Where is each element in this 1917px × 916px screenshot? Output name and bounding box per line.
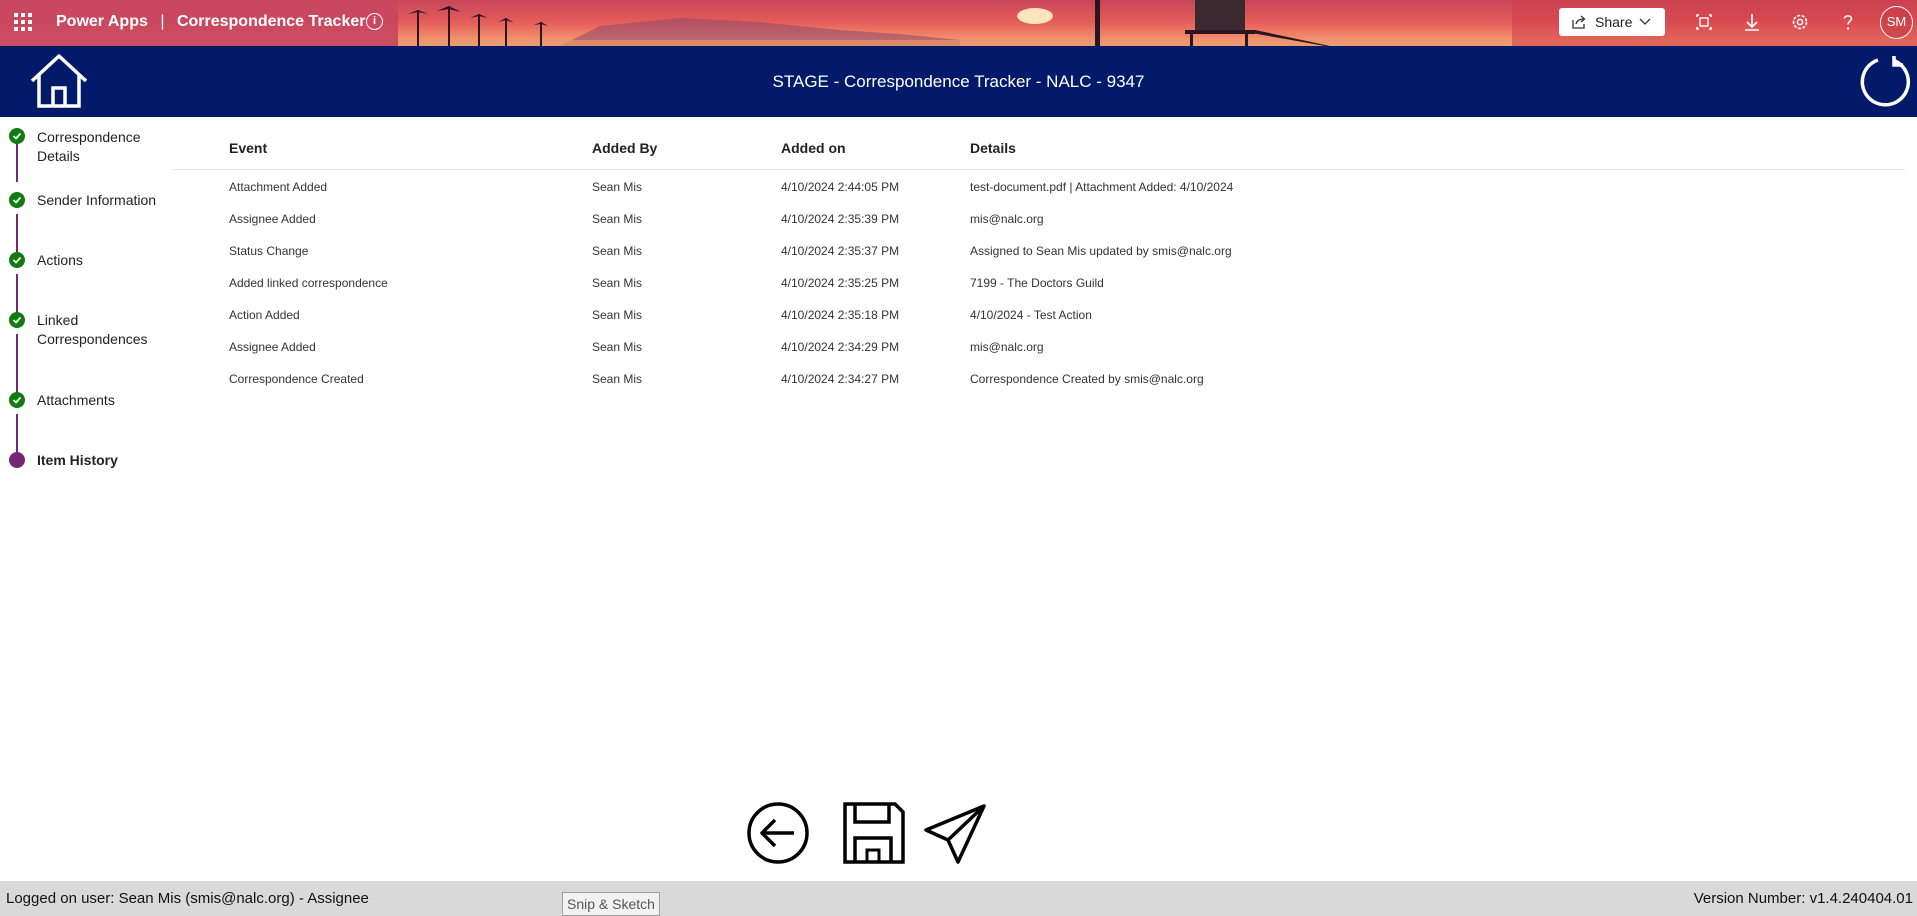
- share-icon: [1572, 15, 1586, 29]
- column-header-added-on: Added on: [781, 140, 846, 156]
- share-button[interactable]: Share: [1559, 8, 1665, 36]
- cell-added-by: Sean Mis: [592, 212, 643, 226]
- version-number: Version Number: v1.4.240404.01: [1693, 890, 1913, 907]
- step-label: Actions: [37, 252, 83, 268]
- app-name: Correspondence Tracker: [176, 13, 366, 30]
- step-complete-icon: [9, 252, 25, 268]
- chevron-down-icon: [1639, 18, 1651, 25]
- step-complete-icon: [9, 128, 25, 144]
- table-row[interactable]: Attachment Added Sean Mis 4/10/2024 2:44…: [172, 170, 1905, 202]
- help-icon[interactable]: [1837, 11, 1859, 33]
- cell-details: mis@nalc.org: [970, 340, 1044, 354]
- step-current-icon: [9, 452, 25, 468]
- step-connector: [16, 334, 18, 396]
- cell-added-by: Sean Mis: [592, 340, 643, 354]
- back-arrow-icon[interactable]: [745, 800, 811, 866]
- cell-added-on: 4/10/2024 2:35:25 PM: [781, 276, 900, 290]
- logged-on-user: Logged on user: Sean Mis (smis@nalc.org)…: [6, 890, 369, 907]
- cell-added-on: 4/10/2024 2:35:37 PM: [781, 244, 900, 258]
- cell-added-on: 4/10/2024 2:35:18 PM: [781, 308, 900, 322]
- step-connector: [16, 274, 18, 314]
- app-header: STAGE - Correspondence Tracker - NALC - …: [0, 46, 1917, 117]
- table-row[interactable]: Status Change Sean Mis 4/10/2024 2:35:37…: [172, 234, 1905, 266]
- column-header-added-by: Added By: [592, 140, 658, 156]
- cell-event: Added linked correspondence: [229, 276, 388, 290]
- table-row[interactable]: Correspondence Created Sean Mis 4/10/202…: [172, 362, 1905, 394]
- cell-event: Action Added: [229, 308, 300, 322]
- step-connector: [16, 214, 18, 256]
- cell-event: Status Change: [229, 244, 309, 258]
- cell-added-on: 4/10/2024 2:34:27 PM: [781, 372, 900, 386]
- table-row[interactable]: Added linked correspondence Sean Mis 4/1…: [172, 266, 1905, 298]
- product-name: Power Apps: [56, 13, 148, 30]
- app-title: Power Apps | Correspondence Tracker: [56, 13, 365, 31]
- cell-details: Assigned to Sean Mis updated by smis@nal…: [970, 244, 1232, 258]
- waffle-icon[interactable]: [14, 13, 32, 31]
- send-icon[interactable]: [922, 800, 988, 866]
- cell-details: 7199 - The Doctors Guild: [970, 276, 1104, 290]
- cell-added-by: Sean Mis: [592, 244, 643, 258]
- table-header: Event Added By Added on Details: [172, 128, 1905, 170]
- step-complete-icon: [9, 192, 25, 208]
- step-connector: [16, 142, 18, 182]
- step-complete-icon: [9, 312, 25, 328]
- cell-added-by: Sean Mis: [592, 372, 643, 386]
- power-apps-top-bar: Power Apps | Correspondence Tracker i Sh…: [0, 0, 1917, 46]
- cell-added-on: 4/10/2024 2:34:29 PM: [781, 340, 900, 354]
- cell-details: mis@nalc.org: [970, 212, 1044, 226]
- cell-details: 4/10/2024 - Test Action: [970, 308, 1092, 322]
- step-label: Sender Information: [37, 192, 157, 208]
- table-row[interactable]: Assignee Added Sean Mis 4/10/2024 2:35:3…: [172, 202, 1905, 234]
- step-label: Correspondence Details: [37, 129, 141, 164]
- fit-to-screen-icon[interactable]: [1693, 11, 1715, 33]
- table-row[interactable]: Action Added Sean Mis 4/10/2024 2:35:18 …: [172, 298, 1905, 330]
- step-label: Linked Correspondences: [37, 312, 148, 347]
- step-label: Attachments: [37, 392, 115, 408]
- cell-added-by: Sean Mis: [592, 180, 643, 194]
- item-history-table: Event Added By Added on Details Attachme…: [172, 128, 1905, 394]
- snip-and-sketch-tooltip: Snip & Sketch: [562, 892, 660, 916]
- page-title: STAGE - Correspondence Tracker - NALC - …: [772, 72, 1145, 91]
- column-header-details: Details: [970, 140, 1016, 156]
- cell-added-on: 4/10/2024 2:35:39 PM: [781, 212, 900, 226]
- info-icon[interactable]: i: [366, 13, 383, 30]
- share-label: Share: [1595, 14, 1633, 30]
- cell-added-by: Sean Mis: [592, 308, 643, 322]
- step-connector: [16, 414, 18, 456]
- column-header-event: Event: [229, 140, 268, 156]
- step-complete-icon: [9, 392, 25, 408]
- cell-event: Attachment Added: [229, 180, 328, 194]
- step-label: Item History: [37, 452, 118, 468]
- user-avatar[interactable]: SM: [1880, 6, 1913, 39]
- cell-details: Correspondence Created by smis@nalc.org: [970, 372, 1204, 386]
- cell-event: Assignee Added: [229, 340, 316, 354]
- cell-added-by: Sean Mis: [592, 276, 643, 290]
- status-footer: Logged on user: Sean Mis (smis@nalc.org)…: [0, 881, 1917, 916]
- cell-added-on: 4/10/2024 2:44:05 PM: [781, 180, 900, 194]
- settings-icon[interactable]: [1789, 11, 1811, 33]
- table-row[interactable]: Assignee Added Sean Mis 4/10/2024 2:34:2…: [172, 330, 1905, 362]
- cell-event: Assignee Added: [229, 212, 316, 226]
- refresh-icon[interactable]: [1858, 54, 1912, 108]
- title-separator: |: [160, 13, 165, 30]
- cell-details: test-document.pdf | Attachment Added: 4/…: [970, 180, 1234, 194]
- save-icon[interactable]: [841, 800, 907, 866]
- cell-event: Correspondence Created: [229, 372, 364, 386]
- download-icon[interactable]: [1741, 11, 1763, 33]
